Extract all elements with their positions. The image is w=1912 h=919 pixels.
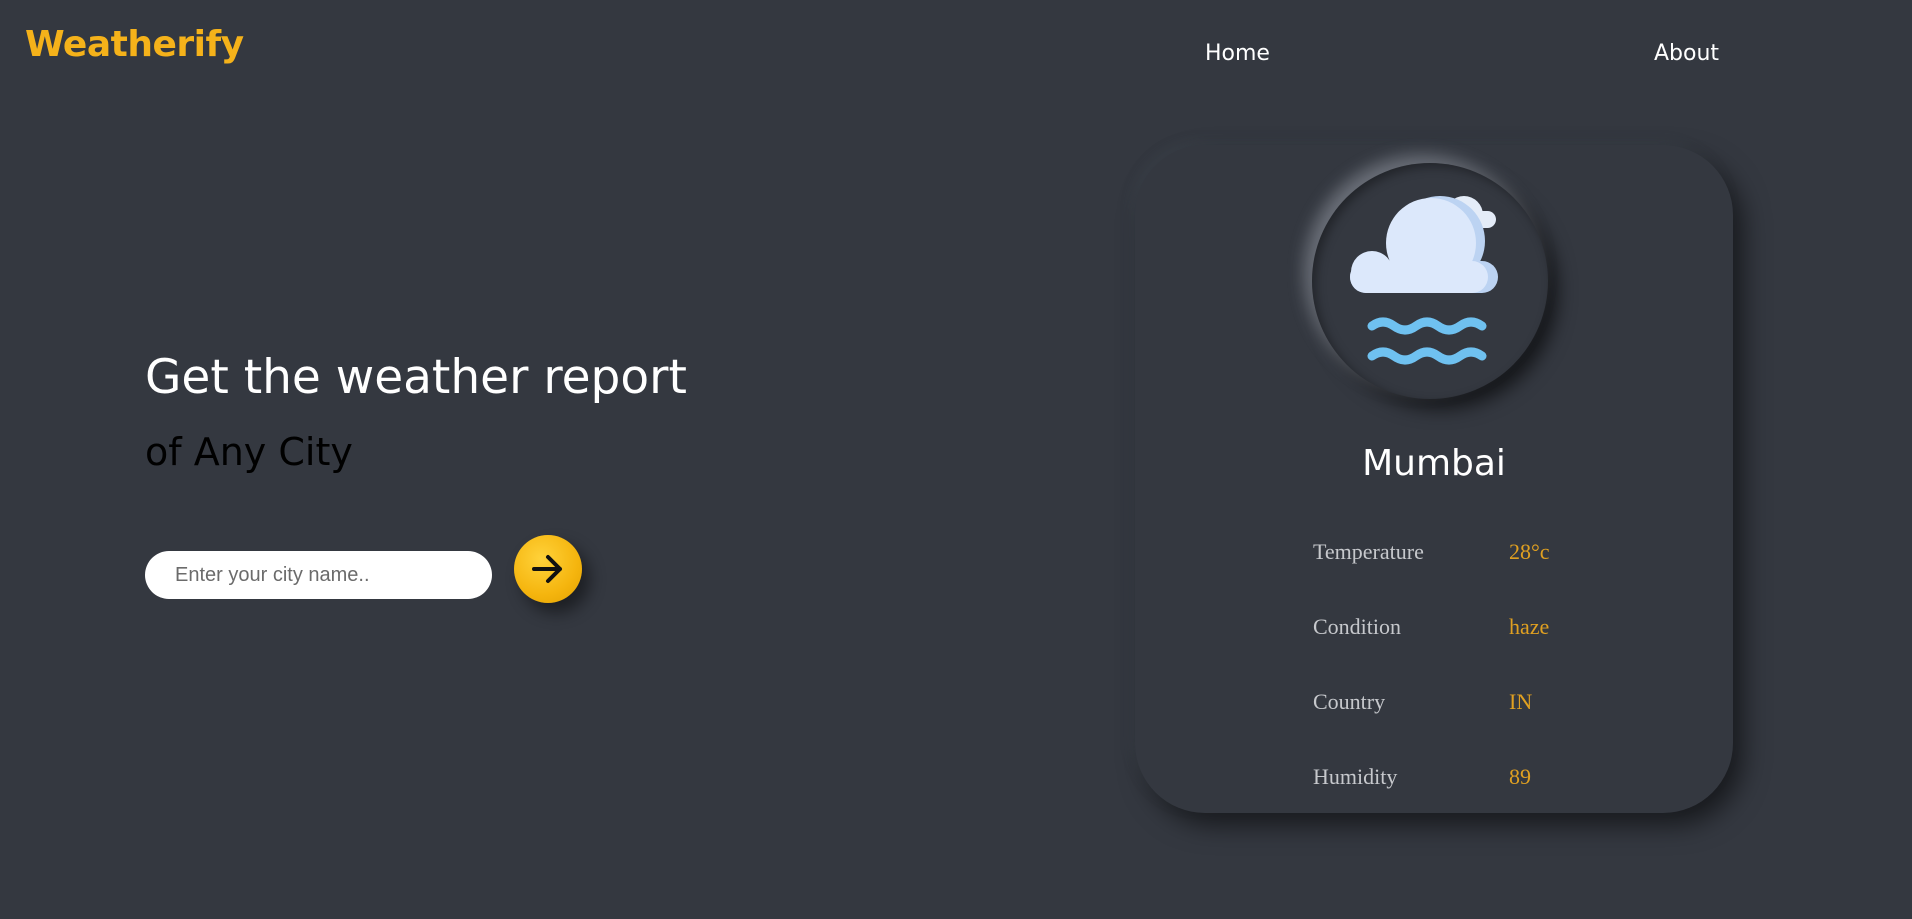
condition-row: Condition haze — [1313, 614, 1713, 644]
hero-title: Get the weather report — [145, 350, 687, 405]
hero-subtitle: of Any City — [145, 430, 353, 474]
country-row: Country IN — [1313, 689, 1713, 719]
temperature-label: Temperature — [1313, 539, 1424, 564]
search-submit-button[interactable] — [514, 535, 582, 603]
humidity-value: 89 — [1509, 764, 1531, 789]
arrow-right-icon — [532, 555, 562, 583]
humidity-label: Humidity — [1313, 764, 1398, 789]
weather-icon-badge — [1312, 163, 1548, 399]
city-name: Mumbai — [1362, 443, 1506, 484]
weather-card: Mumbai Temperature 28°c Condition haze C… — [1135, 145, 1733, 813]
city-search-input[interactable] — [145, 551, 492, 599]
country-value: IN — [1509, 689, 1533, 714]
brand-logo[interactable]: Weatherify — [25, 24, 244, 65]
haze-cloud-icon — [1350, 196, 1498, 365]
nav-about-link[interactable]: About — [1654, 41, 1719, 66]
temperature-row: Temperature 28°c — [1313, 539, 1713, 569]
temperature-value: 28°c — [1509, 539, 1550, 564]
country-label: Country — [1313, 689, 1386, 714]
condition-value: haze — [1509, 614, 1550, 639]
humidity-row: Humidity 89 — [1313, 764, 1713, 794]
condition-label: Condition — [1313, 614, 1402, 639]
nav-home-link[interactable]: Home — [1205, 41, 1270, 66]
